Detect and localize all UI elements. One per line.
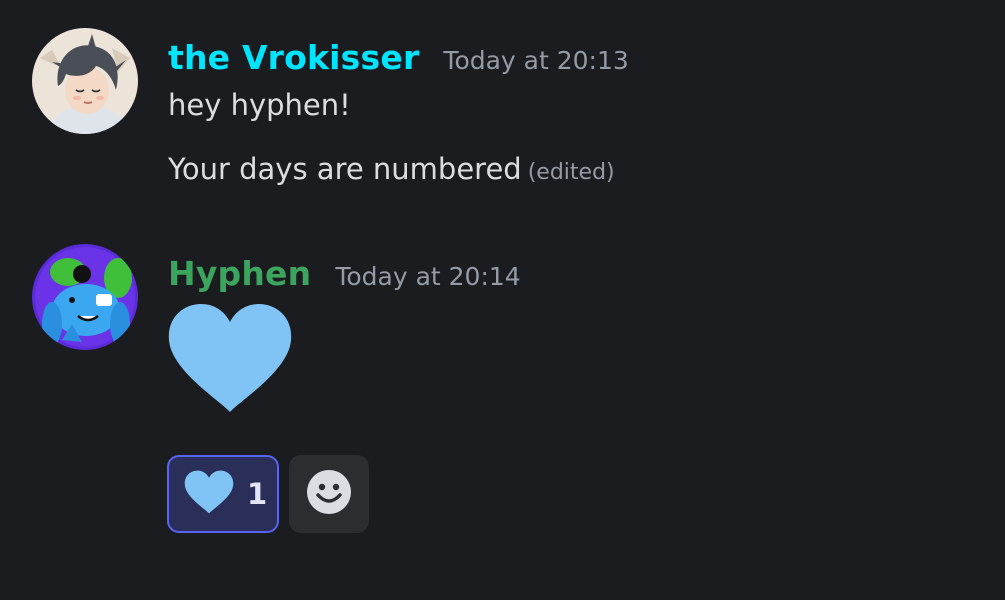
- blue-heart-icon: [183, 469, 235, 519]
- username[interactable]: the Vrokisser: [168, 38, 419, 77]
- reaction-count: 1: [247, 477, 268, 511]
- edited-label: (edited): [527, 160, 615, 185]
- message-content: hey hyphen!: [168, 88, 351, 122]
- add-reaction-button[interactable]: [289, 455, 369, 533]
- message-header: Hyphen Today at 20:14: [168, 254, 521, 293]
- timestamp[interactable]: Today at 20:14: [335, 262, 520, 291]
- message-header: the Vrokisser Today at 20:13: [168, 38, 629, 77]
- message-text: Your days are numbered (edited): [168, 152, 615, 186]
- avatar[interactable]: [32, 244, 138, 350]
- anime-character-avatar: [32, 28, 138, 134]
- message-text: hey hyphen!: [168, 88, 351, 122]
- avatar[interactable]: [32, 28, 138, 134]
- reactions-bar: 1: [167, 455, 369, 533]
- blue-heart-icon: [165, 300, 295, 420]
- cartoon-creature-avatar: [32, 244, 138, 350]
- smiley-face-icon: [306, 469, 352, 519]
- reaction-button[interactable]: 1: [167, 455, 279, 533]
- chat-log: the Vrokisser Today at 20:13 hey hyphen!…: [0, 0, 1005, 600]
- timestamp[interactable]: Today at 20:13: [443, 46, 628, 75]
- message-content: Your days are numbered: [168, 152, 522, 186]
- username[interactable]: Hyphen: [168, 254, 311, 293]
